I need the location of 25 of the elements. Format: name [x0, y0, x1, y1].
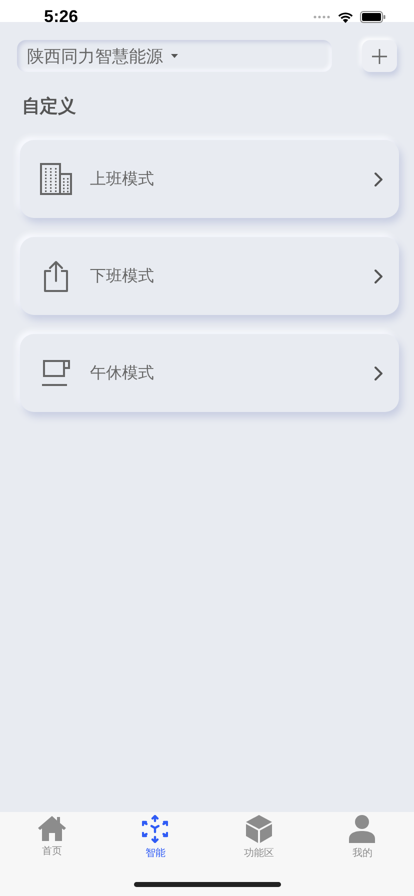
- home-icon: [38, 815, 66, 841]
- tab-item[interactable]: 智能: [125, 815, 186, 860]
- tab-item[interactable]: 首页: [22, 815, 82, 858]
- cup-icon: [40, 359, 72, 387]
- cube-arrows-icon: [142, 815, 168, 843]
- tab-item[interactable]: 功能区: [228, 815, 289, 860]
- person-icon: [349, 815, 376, 843]
- mode-card[interactable]: 下班模式: [20, 237, 399, 315]
- chevron-right-icon: [374, 268, 383, 284]
- mode-card[interactable]: 午休模式: [20, 334, 399, 412]
- building-icon: [40, 163, 72, 195]
- battery-icon: [360, 11, 386, 23]
- plus-icon: [372, 48, 387, 64]
- company-selector[interactable]: 陕西同力智慧能源: [17, 40, 332, 72]
- section-title: 自定义: [21, 95, 77, 118]
- status-time: 5:26: [44, 7, 78, 27]
- caret-icon: [171, 54, 178, 58]
- chevron-right-icon: [374, 366, 383, 380]
- chevron-right-icon: [374, 172, 383, 186]
- mode-card[interactable]: 上班模式: [20, 140, 399, 218]
- cube-icon: [246, 815, 272, 843]
- signal-icon: [313, 15, 331, 19]
- add-button[interactable]: [362, 40, 397, 72]
- wifi-icon: [337, 11, 354, 23]
- tab-item[interactable]: 我的: [332, 815, 392, 860]
